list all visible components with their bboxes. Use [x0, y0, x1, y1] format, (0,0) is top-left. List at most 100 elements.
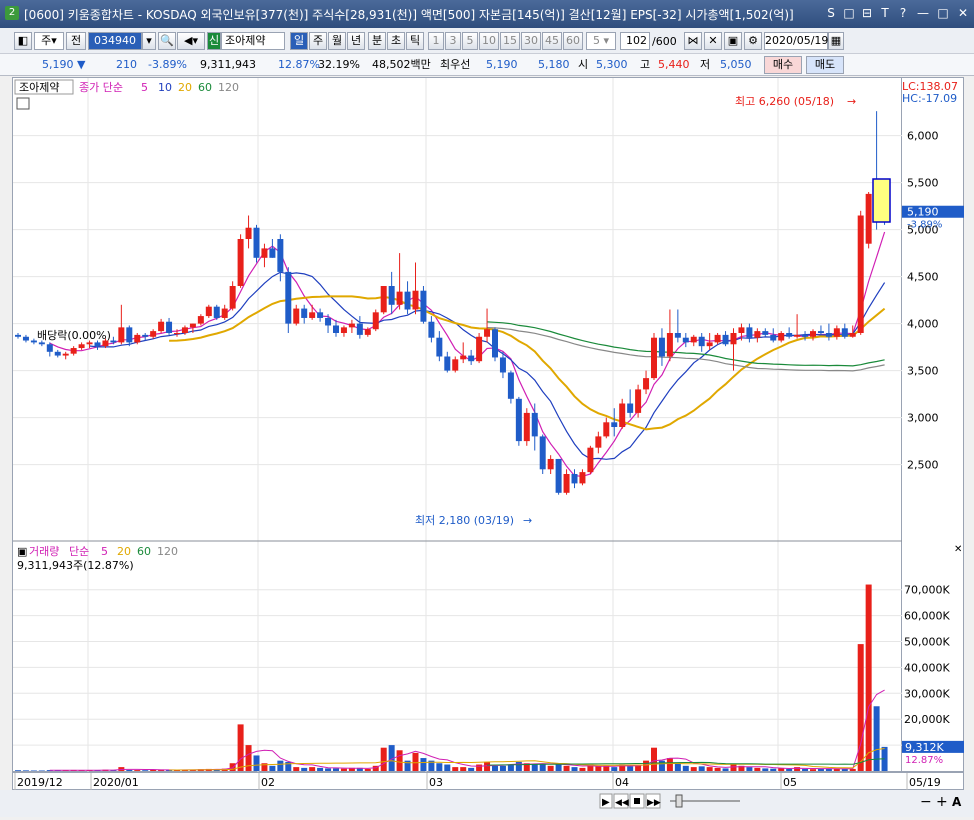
candle-body: [15, 334, 21, 337]
candle-body: [142, 334, 149, 337]
min-15[interactable]: 15: [500, 32, 520, 50]
stock-name-tag: 조아제약: [19, 80, 59, 94]
volume-bar: [396, 750, 403, 771]
candle-body: [595, 436, 602, 448]
period-second[interactable]: 초: [387, 32, 405, 50]
candle-body: [428, 321, 435, 338]
volume-bar: [849, 768, 856, 771]
calendar-icon[interactable]: ▦: [828, 32, 844, 50]
min-3[interactable]: 3: [445, 32, 461, 50]
candle-body: [325, 317, 332, 326]
price-legend-prefix: 종가 단순: [79, 81, 123, 94]
buy-button[interactable]: 매수: [764, 56, 802, 74]
scroll-controls[interactable]: ▶ ◀◀ ▶▶ − + A: [0, 790, 974, 817]
volume-bar: [571, 767, 578, 771]
candle-body: [213, 306, 220, 318]
candle-body: [110, 340, 117, 343]
volume-tick: 50,000K: [904, 636, 950, 649]
count-input[interactable]: 102: [620, 32, 650, 50]
font-size-icon[interactable]: T: [876, 4, 894, 22]
current-price: 5,190 ▼: [42, 58, 86, 71]
prev-button[interactable]: 전: [66, 32, 86, 50]
restore-small-icon[interactable]: □: [840, 4, 858, 22]
volume-bar: [873, 706, 880, 771]
gear-icon[interactable]: ⚙: [744, 32, 762, 50]
window-title: [0600] 키움종합차트 - KOSDAQ 외국인보유[377(천)] 주식수…: [24, 8, 794, 22]
min-30[interactable]: 30: [521, 32, 541, 50]
volume-bar: [492, 765, 498, 771]
date-input[interactable]: 2020/05/19: [764, 32, 828, 50]
min-1[interactable]: 1: [428, 32, 444, 50]
candle-body: [261, 248, 268, 258]
min-60[interactable]: 60: [563, 32, 583, 50]
volume-collapse-icon: ▣: [17, 545, 27, 558]
axis-svg: LC:138.07HC:-17.096,0005,5005,0004,5004,…: [902, 80, 964, 766]
period-day[interactable]: 일: [290, 32, 308, 50]
min-45[interactable]: 45: [542, 32, 562, 50]
link-window-icon[interactable]: ⊟: [858, 4, 876, 22]
stock-code-input[interactable]: 034940: [88, 32, 142, 50]
candle-body: [356, 323, 363, 335]
date-tick: 2020/01: [93, 776, 139, 789]
minute-select[interactable]: 5 ▾: [586, 32, 616, 50]
period-tick[interactable]: 틱: [406, 32, 424, 50]
save-icon[interactable]: ▣: [724, 32, 742, 50]
code-dropdown-icon[interactable]: ▾: [142, 32, 156, 50]
volume-bar: [651, 747, 657, 771]
candle-body: [94, 342, 101, 347]
candle-body: [492, 329, 498, 358]
candle-body: [78, 344, 85, 349]
compare-icon[interactable]: ⋈: [684, 32, 702, 50]
text-size-icon: A: [952, 795, 962, 809]
candle-body: [444, 356, 451, 371]
candle-body: [810, 331, 816, 337]
candle-body: [484, 329, 491, 337]
layout-icon[interactable]: ◧: [14, 32, 32, 50]
close-button[interactable]: ✕: [954, 4, 972, 22]
candle-body: [698, 336, 705, 347]
candle-body: [309, 312, 316, 318]
trade-amount: 48,502백만: [372, 58, 431, 71]
search-icon[interactable]: 🔍: [158, 32, 176, 50]
period-week[interactable]: 주: [309, 32, 327, 50]
volume-bar: [746, 767, 753, 771]
period-year[interactable]: 년: [347, 32, 365, 50]
price-legend-ma-20: 20: [178, 81, 192, 94]
volume-bar: [38, 770, 45, 771]
volume-bar: [666, 758, 673, 771]
screen-save-icon[interactable]: S: [822, 4, 840, 22]
sound-icon[interactable]: ◀▾: [177, 32, 205, 50]
minimize-button[interactable]: —: [914, 4, 932, 22]
min-5[interactable]: 5: [462, 32, 478, 50]
open-price: 5,300: [596, 58, 628, 71]
period-month[interactable]: 월: [328, 32, 346, 50]
maximize-button[interactable]: □: [934, 4, 952, 22]
plus-icon: +: [936, 794, 948, 810]
stock-name-field[interactable]: 조아제약: [221, 32, 285, 50]
volume-bar: [706, 767, 713, 771]
candle-body: [507, 372, 514, 399]
min-10[interactable]: 10: [479, 32, 499, 50]
ma-line-10: [89, 271, 886, 460]
period-minute[interactable]: 분: [368, 32, 386, 50]
help-icon[interactable]: ?: [894, 4, 912, 22]
price-tick: 6,000: [907, 130, 939, 143]
candle-body: [674, 333, 681, 338]
volume-bar: [460, 767, 467, 771]
sell-button[interactable]: 매도: [806, 56, 844, 74]
volume-bar: [722, 768, 729, 771]
price-tick: 4,500: [907, 271, 939, 284]
price-tick: 4,000: [907, 318, 939, 331]
chart-type-select[interactable]: 주▾: [34, 32, 64, 50]
chart-area[interactable]: 조아제약 종가 단순 5 10 20 60 120 최고 6,260 (05/18) → 최저 2…: [12, 77, 903, 773]
calc-icon: [16, 97, 30, 110]
candle-body: [531, 412, 538, 437]
high-price: 5,440: [658, 58, 690, 71]
cross-icon[interactable]: ✕: [704, 32, 722, 50]
volume-bar: [253, 755, 260, 771]
candle-body: [181, 327, 188, 333]
left-strip: [0, 77, 12, 787]
chart-svg[interactable]: 조아제약 종가 단순 5 10 20 60 120 최고 6,260 (05/18) → 최저 2…: [13, 78, 903, 773]
candle-body: [770, 334, 777, 341]
new-listing-badge: 신: [207, 32, 221, 50]
